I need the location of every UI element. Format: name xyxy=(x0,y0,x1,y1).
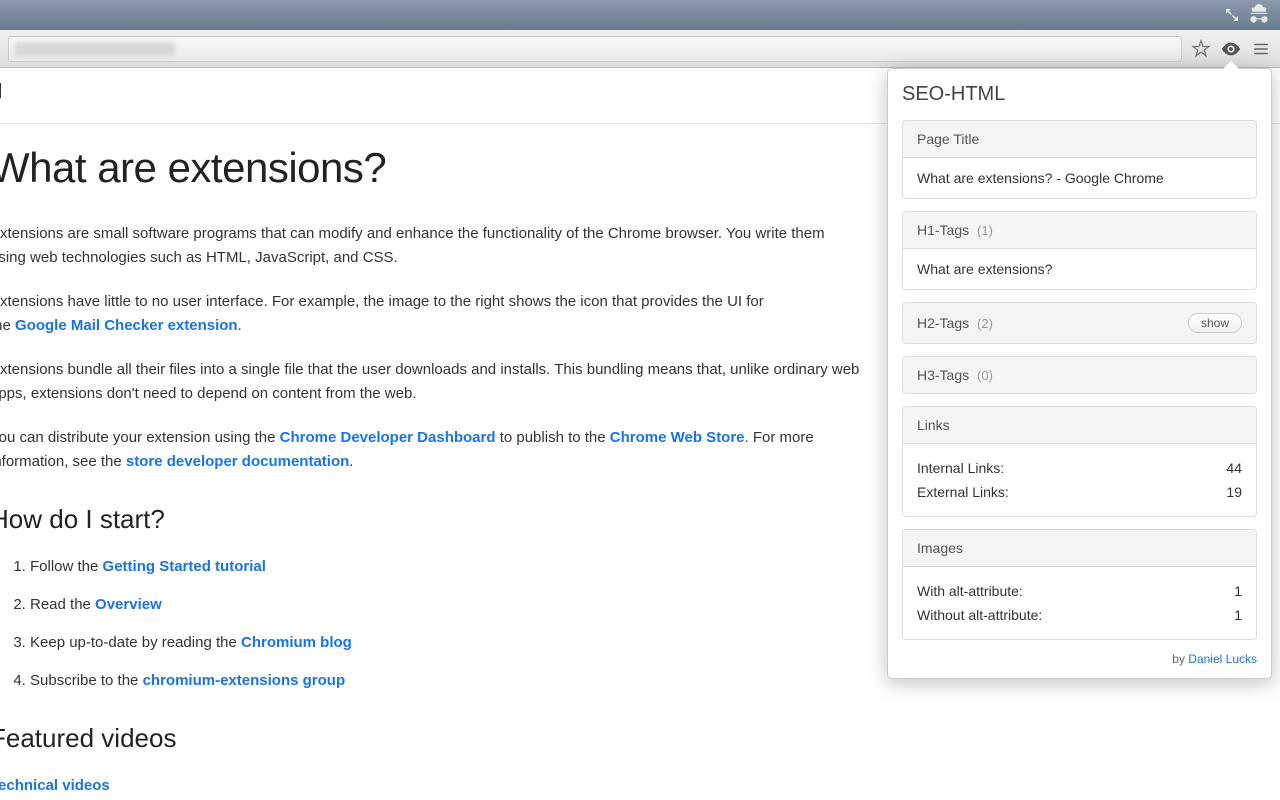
with-alt-row: With alt-attribute:1 xyxy=(917,579,1242,603)
intro-paragraph-2: Extensions have little to no user interf… xyxy=(0,290,770,338)
store-docs-link[interactable]: store developer documentation xyxy=(126,453,349,470)
logo-triangle-icon xyxy=(0,83,1,99)
chromium-blog-link[interactable]: Chromium blog xyxy=(241,634,352,651)
section-page-title: Page Title What are extensions? - Google… xyxy=(902,120,1257,199)
h1-tag-value: What are extensions? xyxy=(903,249,1256,289)
section-links: Links Internal Links:44 External Links:1… xyxy=(902,406,1257,517)
address-bar[interactable] xyxy=(8,36,1182,62)
section-h3-tags: H3-Tags (0) xyxy=(902,356,1257,394)
section-h2-tags: H2-Tags (2) show xyxy=(902,302,1257,344)
gmail-checker-link[interactable]: Google Mail Checker extension xyxy=(15,317,238,334)
internal-links-row: Internal Links:44 xyxy=(917,456,1242,480)
video-links: Technical videos Developer snapshots (be… xyxy=(0,774,1250,800)
popup-footer: by Daniel Lucks xyxy=(902,652,1257,666)
section-header-h3: H3-Tags (0) xyxy=(903,357,1256,393)
extensions-group-link[interactable]: chromium-extensions group xyxy=(143,672,346,689)
window-titlebar xyxy=(0,0,1280,30)
seo-html-popup: SEO-HTML Page Title What are extensions?… xyxy=(887,68,1272,679)
url-blurred xyxy=(15,42,175,56)
web-store-link[interactable]: Chrome Web Store xyxy=(610,429,745,446)
intro-paragraph-1: Extensions are small software programs t… xyxy=(0,222,860,270)
dev-dashboard-link[interactable]: Chrome Developer Dashboard xyxy=(280,429,496,446)
author-link[interactable]: Daniel Lucks xyxy=(1188,652,1257,666)
fullscreen-icon[interactable] xyxy=(1224,7,1240,23)
section-header-links: Links xyxy=(903,407,1256,444)
section-h1-tags: H1-Tags (1) What are extensions? xyxy=(902,211,1257,290)
popup-title: SEO-HTML xyxy=(902,83,1257,106)
section-header-page-title: Page Title xyxy=(903,121,1256,158)
hamburger-menu-icon[interactable] xyxy=(1250,38,1272,60)
intro-paragraph-3: Extensions bundle all their files into a… xyxy=(0,358,860,406)
intro-paragraph-4: You can distribute your extension using … xyxy=(0,426,860,474)
browser-toolbar xyxy=(0,30,1280,68)
page-title-value: What are extensions? - Google Chrome xyxy=(903,158,1256,198)
heading-featured-videos: Featured videos xyxy=(0,723,1250,754)
section-images: Images With alt-attribute:1 Without alt-… xyxy=(902,529,1257,640)
without-alt-row: Without alt-attribute:1 xyxy=(917,603,1242,627)
bookmark-star-icon[interactable] xyxy=(1190,38,1212,60)
show-h2-button[interactable]: show xyxy=(1188,313,1242,333)
overview-link[interactable]: Overview xyxy=(95,596,162,613)
external-links-row: External Links:19 xyxy=(917,480,1242,504)
section-header-h2: H2-Tags (2) show xyxy=(903,303,1256,343)
technical-videos-link[interactable]: Technical videos xyxy=(0,774,1250,798)
extension-eye-icon[interactable] xyxy=(1220,38,1242,60)
section-header-images: Images xyxy=(903,530,1256,567)
getting-started-link[interactable]: Getting Started tutorial xyxy=(103,558,266,575)
section-header-h1: H1-Tags (1) xyxy=(903,212,1256,249)
incognito-icon xyxy=(1246,2,1272,28)
